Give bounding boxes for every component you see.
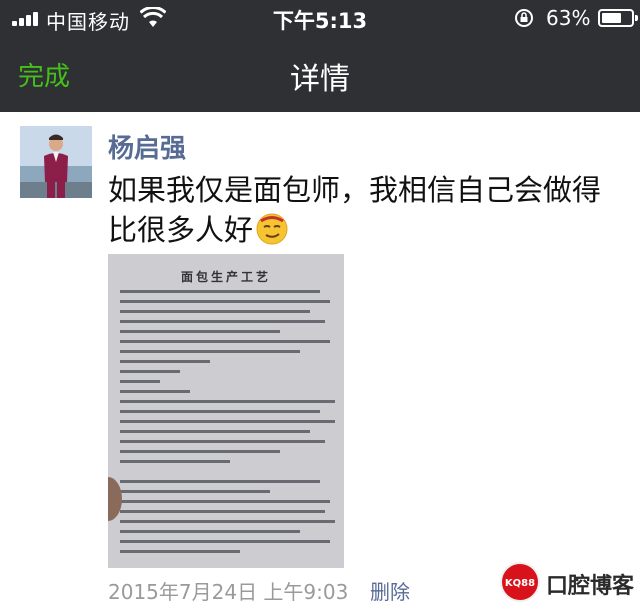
battery-icon xyxy=(598,9,638,27)
post-text-content: 如果我仅是面包师，我相信自己会做得比很多人好 xyxy=(108,173,602,247)
page-title: 详情 xyxy=(290,62,350,97)
post-timestamp: 2015年7月24日 上午9:03 xyxy=(108,580,349,604)
smirk-face-emoji-icon xyxy=(256,213,288,245)
status-bar: 中国移动 下午5:13 63% xyxy=(0,0,640,36)
watermark: KQ88 口腔博客 xyxy=(496,560,636,606)
post-author[interactable]: 杨启强 xyxy=(108,128,186,165)
post-text: 如果我仅是面包师，我相信自己会做得比很多人好 xyxy=(108,170,628,250)
nav-bar: 完成 详情 xyxy=(0,40,640,110)
clock: 下午5:13 xyxy=(272,9,368,33)
avatar[interactable] xyxy=(20,126,92,198)
photo-doc-title: 面包生产工艺 xyxy=(180,270,271,284)
post-photo[interactable]: 面包生产工艺 xyxy=(108,254,344,568)
watermark-logo-icon: KQ88 xyxy=(500,562,540,602)
top-bar: 中国移动 下午5:13 63% 完成 详情 xyxy=(0,0,640,112)
delete-button[interactable]: 删除 xyxy=(370,576,410,605)
watermark-text: 口腔博客 xyxy=(546,574,635,599)
rotation-lock-icon xyxy=(515,9,533,27)
battery-percent: 63% xyxy=(546,6,591,30)
